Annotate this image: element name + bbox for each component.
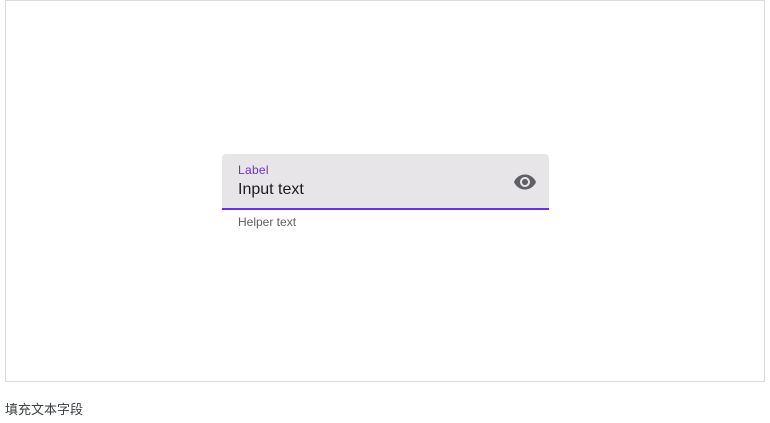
caption: 填充文本字段 [5,402,84,417]
floating-label: Label [238,163,269,177]
filled-text-field[interactable]: Label Helper text [222,154,549,229]
helper-text: Helper text [238,215,297,229]
demo-frame: Label Helper text [5,0,765,382]
text-field-container[interactable]: Label [222,154,549,210]
text-input[interactable] [238,180,498,200]
eye-icon[interactable] [513,170,537,194]
